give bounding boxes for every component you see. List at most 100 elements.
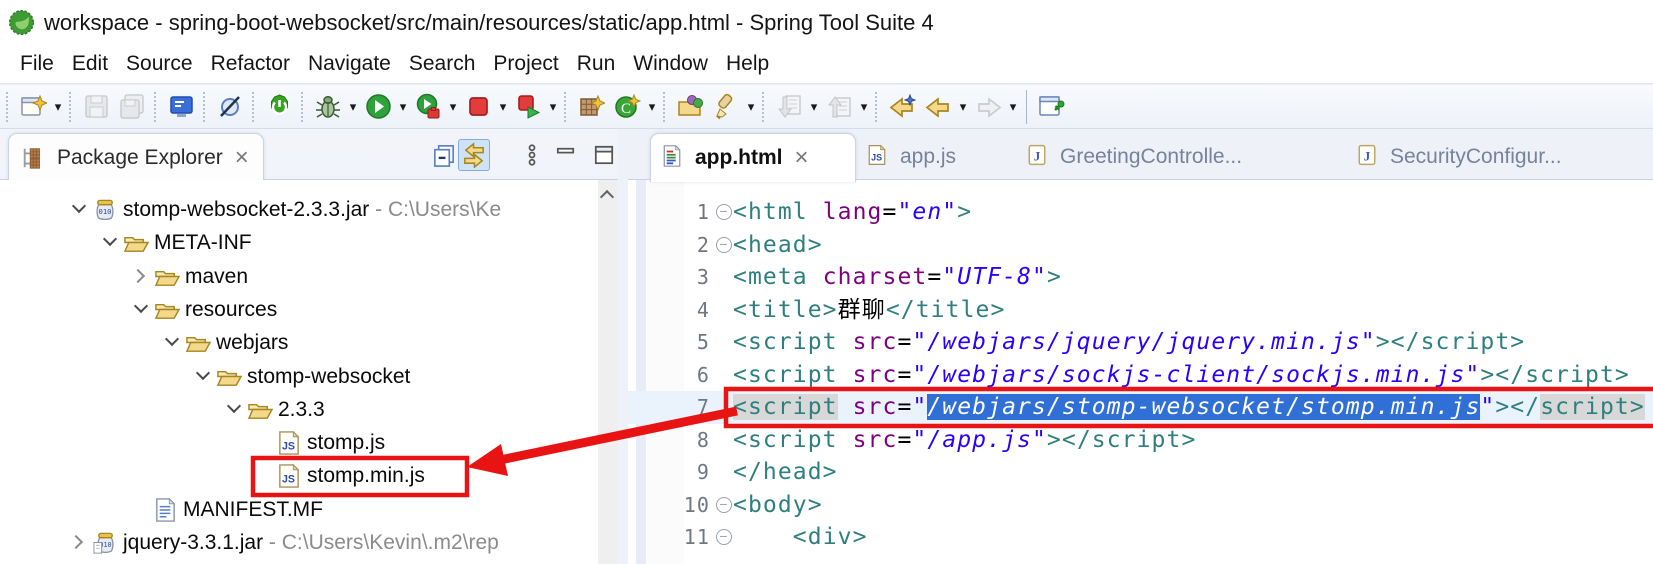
chevron-collapsed-icon[interactable] bbox=[132, 267, 152, 287]
link-with-editor-icon[interactable] bbox=[458, 139, 490, 171]
chevron-expanded-icon[interactable] bbox=[194, 367, 214, 387]
run-history-icon[interactable] bbox=[411, 90, 445, 124]
maximize-icon[interactable] bbox=[588, 139, 620, 171]
tab-package-explorer[interactable]: Package Explorer × bbox=[8, 133, 264, 181]
editor-tab-greetingcontrolle...[interactable]: JGreetingControlle... bbox=[1016, 133, 1346, 181]
line-number[interactable]: 11 bbox=[668, 521, 710, 554]
panel-sash[interactable] bbox=[618, 129, 628, 564]
debug-icon[interactable] bbox=[311, 90, 345, 124]
fold-collapse-icon[interactable]: − bbox=[716, 204, 732, 220]
skip-all-breakpoints-icon[interactable] bbox=[213, 90, 247, 124]
tree-item-resources[interactable]: resources bbox=[0, 294, 618, 326]
close-icon[interactable]: × bbox=[795, 148, 809, 168]
chevron-collapsed-icon[interactable] bbox=[70, 533, 90, 553]
menu-item-run[interactable]: Run bbox=[568, 52, 625, 76]
tree-item-manifest.mf[interactable]: MANIFEST.MF bbox=[0, 494, 618, 526]
back-icon[interactable] bbox=[921, 90, 955, 124]
code-line-3[interactable]: 3<meta charset="UTF-8"> bbox=[628, 261, 1653, 294]
last-edit-location-icon[interactable] bbox=[885, 90, 919, 124]
line-number[interactable]: 4 bbox=[668, 294, 710, 327]
menu-item-edit[interactable]: Edit bbox=[63, 52, 117, 76]
menu-item-navigate[interactable]: Navigate bbox=[299, 52, 400, 76]
fold-collapse-icon[interactable]: − bbox=[716, 237, 732, 253]
previous-annotation-dropdown-icon[interactable]: ▾ bbox=[857, 99, 871, 115]
menu-item-help[interactable]: Help bbox=[717, 52, 778, 76]
tree-item-webjars[interactable]: webjars bbox=[0, 327, 618, 359]
tree-item-meta-inf[interactable]: META-INF bbox=[0, 227, 618, 259]
run-history-dropdown-icon[interactable]: ▾ bbox=[446, 99, 460, 115]
scroll-up-arrow[interactable] bbox=[600, 190, 614, 204]
new-wizard-icon[interactable] bbox=[16, 90, 50, 124]
tree-item-stomp.min.js[interactable]: JSstomp.min.js bbox=[0, 460, 618, 492]
relaunch-icon[interactable] bbox=[511, 90, 545, 124]
code-line-11[interactable]: 11− <div> bbox=[628, 521, 1653, 554]
new-wizard-dropdown-icon[interactable]: ▾ bbox=[51, 99, 65, 115]
new-java-project-icon[interactable] bbox=[574, 90, 608, 124]
line-number[interactable]: 3 bbox=[668, 261, 710, 294]
close-icon[interactable]: × bbox=[235, 148, 249, 168]
editor-tab-securityconfigur...[interactable]: JSecurityConfigur... bbox=[1346, 133, 1653, 181]
line-number[interactable]: 8 bbox=[668, 424, 710, 457]
fold-collapse-icon[interactable]: − bbox=[716, 497, 732, 513]
open-console-icon[interactable] bbox=[164, 90, 198, 124]
chevron-expanded-icon[interactable] bbox=[70, 200, 90, 220]
code-line-6[interactable]: 6<script src="/webjars/sockjs-client/soc… bbox=[628, 359, 1653, 392]
tree-item-jquery-3.3.1.jar[interactable]: 010jquery-3.3.1.jar - C:\Users\Kevin\.m2… bbox=[0, 527, 618, 559]
chevron-expanded-icon[interactable] bbox=[225, 400, 245, 420]
view-menu-icon[interactable] bbox=[516, 139, 548, 171]
code-editor[interactable]: 1−<html lang="en">2−<head>3<meta charset… bbox=[628, 180, 1653, 564]
pin-editor-icon[interactable] bbox=[1034, 90, 1068, 124]
tree-item-2.3.3[interactable]: 2.3.3 bbox=[0, 394, 618, 426]
code-line-4[interactable]: 4<title>群聊</title> bbox=[628, 294, 1653, 327]
code-line-7[interactable]: 7<script src="/webjars/stomp-websocket/s… bbox=[628, 391, 1653, 424]
line-number[interactable]: 2 bbox=[668, 229, 710, 262]
line-number[interactable]: 5 bbox=[668, 326, 710, 359]
debug-dropdown-icon[interactable]: ▾ bbox=[346, 99, 360, 115]
menu-item-refactor[interactable]: Refactor bbox=[202, 52, 299, 76]
highlighter-icon[interactable] bbox=[709, 90, 743, 124]
collapse-all-icon[interactable] bbox=[428, 139, 460, 171]
menu-item-search[interactable]: Search bbox=[400, 52, 485, 76]
line-number[interactable]: 6 bbox=[668, 359, 710, 392]
code-line-8[interactable]: 8<script src="/app.js"></script> bbox=[628, 424, 1653, 457]
package-explorer-view: Package Explorer × 010stomp-websocket-2.… bbox=[0, 129, 618, 564]
run-icon[interactable] bbox=[361, 90, 395, 124]
code-line-5[interactable]: 5<script src="/webjars/jquery/jquery.min… bbox=[628, 326, 1653, 359]
next-annotation-dropdown-icon[interactable]: ▾ bbox=[807, 99, 821, 115]
menu-item-window[interactable]: Window bbox=[624, 52, 717, 76]
open-task-icon[interactable] bbox=[673, 90, 707, 124]
tree-item-stomp-websocket-2.3.3.jar[interactable]: 010stomp-websocket-2.3.3.jar - C:\Users\… bbox=[0, 194, 618, 226]
line-number[interactable]: 1 bbox=[668, 196, 710, 229]
back-dropdown-icon[interactable]: ▾ bbox=[956, 99, 970, 115]
code-line-1[interactable]: 1−<html lang="en"> bbox=[628, 196, 1653, 229]
fold-collapse-icon[interactable]: − bbox=[716, 529, 732, 545]
stop-icon[interactable] bbox=[461, 90, 495, 124]
chevron-expanded-icon[interactable] bbox=[101, 233, 121, 253]
boot-dashboard-icon[interactable] bbox=[262, 90, 296, 124]
tree-item-maven[interactable]: maven bbox=[0, 261, 618, 293]
code-line-2[interactable]: 2−<head> bbox=[628, 229, 1653, 262]
chevron-expanded-icon[interactable] bbox=[132, 300, 152, 320]
run-dropdown-icon[interactable]: ▾ bbox=[396, 99, 410, 115]
new-java-class-dropdown-icon[interactable]: ▾ bbox=[645, 99, 659, 115]
editor-tab-app.js[interactable]: JSapp.js bbox=[856, 133, 1016, 181]
relaunch-dropdown-icon[interactable]: ▾ bbox=[546, 99, 560, 115]
code-line-9[interactable]: 9</head> bbox=[628, 456, 1653, 489]
tree-item-stomp.js[interactable]: JSstomp.js bbox=[0, 427, 618, 459]
forward-dropdown-icon[interactable]: ▾ bbox=[1006, 99, 1020, 115]
explorer-scrollbar[interactable] bbox=[598, 180, 618, 564]
stop-dropdown-icon[interactable]: ▾ bbox=[496, 99, 510, 115]
chevron-expanded-icon[interactable] bbox=[163, 333, 183, 353]
highlighter-dropdown-icon[interactable]: ▾ bbox=[744, 99, 758, 115]
menu-item-file[interactable]: File bbox=[11, 52, 63, 76]
menu-item-source[interactable]: Source bbox=[117, 52, 202, 76]
line-number[interactable]: 9 bbox=[668, 456, 710, 489]
new-java-class-icon[interactable]: C bbox=[610, 90, 644, 124]
line-number[interactable]: 10 bbox=[668, 489, 710, 522]
tree-item-stomp-websocket[interactable]: stomp-websocket bbox=[0, 361, 618, 393]
editor-tab-app.html[interactable]: app.html× bbox=[650, 133, 856, 182]
line-number[interactable]: 7 bbox=[668, 391, 710, 424]
minimize-icon[interactable] bbox=[550, 139, 582, 171]
menu-item-project[interactable]: Project bbox=[484, 52, 567, 76]
code-line-10[interactable]: 10−<body> bbox=[628, 489, 1653, 522]
